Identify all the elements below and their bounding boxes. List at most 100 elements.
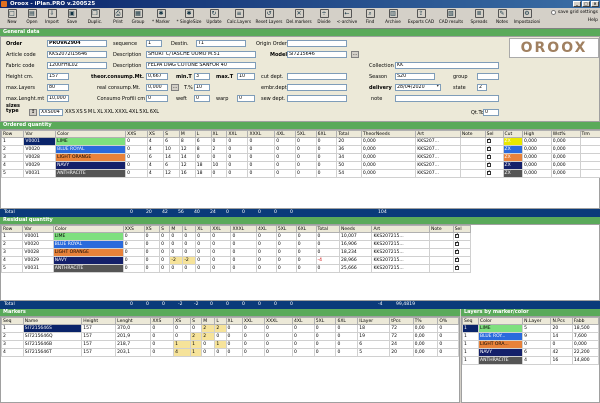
qty-cell[interactable]: 1	[173, 340, 192, 349]
ilayer-cell[interactable]: 6	[357, 340, 391, 349]
season-field[interactable]: S20	[395, 73, 435, 80]
theor-consump-field[interactable]: 0,667	[146, 73, 168, 80]
qty-cell[interactable]: 0	[295, 248, 317, 257]
qty-cell[interactable]: 0	[125, 145, 148, 154]
residual-col-xxs[interactable]: XXS	[122, 225, 145, 233]
qty-cell[interactable]: 0	[256, 264, 277, 273]
toolbar-button-print[interactable]: ⎙ Print	[108, 8, 128, 28]
qty-cell[interactable]: 0	[143, 240, 161, 249]
qty-cell[interactable]: 0	[335, 332, 359, 341]
qty-cell[interactable]: 0	[256, 232, 277, 241]
qty-cell[interactable]: 0	[313, 348, 337, 357]
toolbar-button-find[interactable]: ⌕ Find	[360, 8, 380, 28]
sequence-field[interactable]: 1	[146, 40, 162, 47]
ordered-col-6xl[interactable]: 6XL	[315, 130, 338, 138]
qty-cell[interactable]: 0	[143, 264, 161, 273]
qty-cell[interactable]: 0	[263, 348, 294, 357]
qty-cell[interactable]: 0	[169, 264, 184, 273]
qty-cell[interactable]: 0	[210, 232, 232, 241]
qty-cell[interactable]: 0	[256, 240, 277, 249]
qty-cell[interactable]: 8	[194, 145, 212, 154]
layer-count-cell[interactable]: 4	[522, 356, 552, 365]
qty-cell[interactable]: 8	[178, 137, 196, 146]
qty-cell[interactable]: 0	[122, 264, 145, 273]
note-field[interactable]	[395, 95, 499, 102]
color-cell[interactable]: LIGHT ORA...	[477, 340, 524, 349]
layer-row[interactable]: 1 LIGHT ORA... 0 0 0,000	[462, 340, 600, 349]
markers-col-name[interactable]: Name	[22, 317, 83, 325]
max-layers-field[interactable]: 80	[47, 84, 69, 91]
cut-cell[interactable]: ZX	[502, 153, 523, 162]
qty-cell[interactable]: 0	[190, 324, 203, 333]
residual-col-6xl[interactable]: 6XL	[295, 225, 317, 233]
toolbar-button-calc-layers[interactable]: ≡ Calc.Layers	[224, 8, 254, 28]
qty-cell[interactable]: 0	[125, 161, 148, 170]
color-cell[interactable]: ANTHRACITE	[52, 264, 124, 273]
qty-cell[interactable]: 0	[294, 153, 317, 162]
toolbar-button-notes[interactable]: ✎ Notes	[492, 8, 512, 28]
qty-cell[interactable]: 0	[150, 340, 175, 349]
qty-cell[interactable]: 0	[210, 248, 232, 257]
qty-cell[interactable]: 0	[214, 332, 227, 341]
checkbox-icon[interactable]	[486, 170, 491, 175]
cut-cell[interactable]: ZX	[502, 137, 523, 146]
qty-cell[interactable]: 0	[315, 169, 338, 178]
qty-cell[interactable]: 4	[146, 137, 165, 146]
layer-count-cell[interactable]: 6	[522, 348, 552, 357]
ilayer-cell[interactable]: 5	[357, 348, 391, 357]
qty-cell[interactable]: 0	[275, 240, 297, 249]
qty-cell[interactable]: 0	[275, 232, 297, 241]
checkbox-icon[interactable]	[454, 257, 459, 262]
qty-cell[interactable]: 0	[122, 240, 145, 249]
qty-cell[interactable]: 0	[143, 248, 161, 257]
layer-row[interactable]: 1 LIME 5 20 18,500	[462, 324, 600, 333]
qty-cell[interactable]: 0	[195, 240, 212, 249]
qty-cell[interactable]: 0	[247, 145, 276, 154]
qty-cell[interactable]: 0	[256, 248, 277, 257]
qty-cell[interactable]: 0	[210, 256, 232, 265]
qty-cell[interactable]: -2	[169, 256, 184, 265]
model-browse-button[interactable]: …	[351, 51, 359, 58]
qty-cell[interactable]: 0	[294, 145, 317, 154]
residual-col-needs[interactable]: Needs	[338, 225, 373, 233]
qty-cell[interactable]: 2	[210, 145, 228, 154]
qty-cell[interactable]: 14	[163, 153, 180, 162]
qty-cell[interactable]: 12	[178, 161, 196, 170]
residual-col-color[interactable]: Color	[52, 225, 124, 233]
layers-col-fabb[interactable]: Fabb	[571, 317, 600, 325]
ordered-col-xs[interactable]: XS	[146, 130, 165, 138]
markers-col-o-[interactable]: O%	[437, 317, 459, 325]
ordered-col-cut[interactable]: Cut	[502, 130, 523, 138]
ordered-row[interactable]: 2 V0020 BLUE ROYAL 0 4 10 12 8 2 0 0 0 0 0 36 0,000 KKS2…	[0, 145, 600, 154]
real-consump-field[interactable]: 0,000	[146, 84, 168, 91]
qty-cell[interactable]: 0	[295, 264, 317, 273]
warp-field[interactable]: 0	[237, 95, 255, 102]
qty-cell[interactable]: 0	[275, 264, 297, 273]
qty-cell[interactable]: 0	[194, 153, 212, 162]
qty-cell[interactable]: 0	[292, 324, 315, 333]
ilayer-cell[interactable]: 18	[357, 324, 391, 333]
minimize-button[interactable]: _	[573, 1, 581, 7]
sel-checkbox[interactable]	[452, 240, 472, 249]
marker-name-cell[interactable]: SI7215646T	[22, 348, 83, 357]
toolbar-button-export-cad[interactable]: ⇪ Exports CAD	[406, 8, 436, 28]
qty-cell[interactable]: 0	[226, 145, 249, 154]
qty-cell[interactable]: 0	[195, 256, 212, 265]
qty-cell[interactable]: 0	[226, 153, 249, 162]
qty-cell[interactable]: 0	[263, 332, 294, 341]
size-cell[interactable]: L	[93, 109, 96, 115]
qty-cell[interactable]: 0	[226, 161, 249, 170]
qty-cell[interactable]: 0	[173, 324, 192, 333]
residual-col-xxxl[interactable]: XXXL	[230, 225, 258, 233]
var-cell[interactable]: V0029	[22, 256, 54, 265]
qty-cell[interactable]: 0	[182, 248, 197, 257]
layers-col-n-layer[interactable]: N.Layer	[522, 317, 552, 325]
color-cell[interactable]: LIME	[55, 137, 127, 146]
qty-cell[interactable]: 2	[201, 332, 216, 341]
qty-cell[interactable]: 0	[201, 340, 216, 349]
qty-cell[interactable]: 0	[241, 324, 266, 333]
qty-cell[interactable]: 14	[178, 153, 196, 162]
model-field[interactable]: SI7215646	[287, 51, 347, 58]
color-cell[interactable]: BLUE ROYAL	[52, 240, 124, 249]
real-consump-browse-button[interactable]: …	[171, 84, 179, 91]
